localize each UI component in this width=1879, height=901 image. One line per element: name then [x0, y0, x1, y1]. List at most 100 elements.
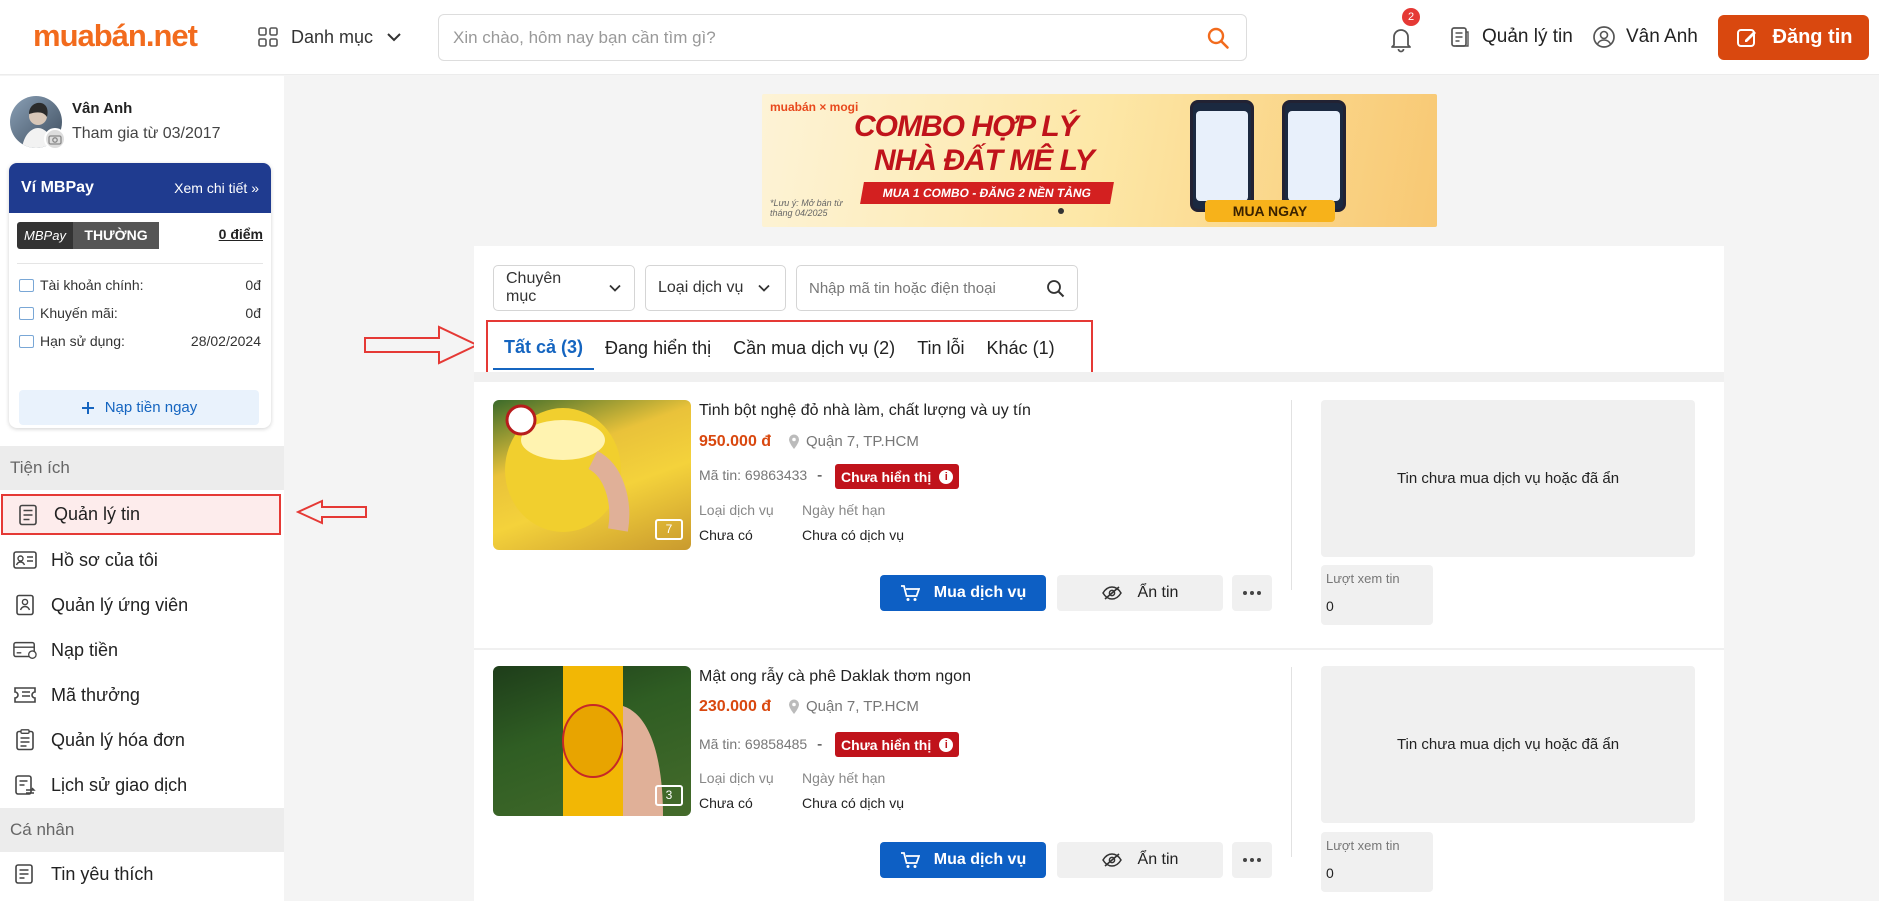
service-type-label: Loại dịch vụ: [658, 279, 744, 296]
sidebar-item-my-profile[interactable]: Hồ sơ của tôi: [0, 538, 284, 582]
carousel-dot[interactable]: [1058, 208, 1064, 214]
info-icon: i: [939, 737, 954, 752]
hide-listing-label: Ẩn tin: [1137, 851, 1179, 868]
hide-listing-button[interactable]: Ẩn tin: [1057, 575, 1223, 611]
vertical-divider: [1291, 667, 1292, 857]
header-user-menu[interactable]: Vân Anh: [1592, 22, 1698, 52]
site-logo[interactable]: muabán.net: [33, 18, 198, 54]
status-badge-text: Chưa hiển thị: [841, 736, 932, 753]
expiry-value: Chưa có dịch vụ: [802, 795, 904, 811]
edit-square-icon: [1735, 26, 1759, 50]
invoice-icon: [13, 729, 37, 751]
banner-headline-1: COMBO HỢP LÝ: [854, 110, 1079, 143]
phone-screen: [1288, 111, 1340, 201]
banner-strip-text: MUA 1 COMBO - ĐĂNG 2 NỀN TẢNG: [881, 186, 1093, 200]
section-personal: Cá nhân: [0, 808, 284, 852]
wallet-row-expiry: Hạn sử dụng: 28/02/2024: [19, 331, 261, 351]
annotation-arrow-left: [296, 499, 368, 525]
wallet-header: Ví MBPay Xem chi tiết »: [9, 163, 271, 213]
search-icon[interactable]: [1206, 26, 1230, 50]
buy-service-button[interactable]: Mua dịch vụ: [880, 575, 1046, 611]
sidebar-item-label: Mã thưởng: [51, 684, 140, 705]
tab-errors[interactable]: Tin lỗi: [906, 326, 975, 370]
sidebar-item-label: Tin yêu thích: [51, 863, 154, 884]
expiry-key: Ngày hết hạn: [802, 502, 886, 518]
wallet-divider: [17, 263, 263, 264]
eye-off-icon: [1101, 852, 1122, 868]
listing-title[interactable]: Tinh bột nghệ đỏ nhà làm, chất lượng và …: [699, 402, 1031, 420]
listing-search-input[interactable]: [809, 266, 1039, 310]
sidebar-item-label: Lịch sử giao dịch: [51, 774, 188, 795]
listing-location: Quận 7, TP.HCM: [788, 433, 919, 450]
annotation-arrow-right: [363, 325, 481, 365]
sidebar-item-vouchers[interactable]: Mã thưởng: [0, 673, 284, 717]
wallet-row-label: Khuyến mãi:: [40, 305, 118, 321]
points-link[interactable]: 0 điểm: [219, 226, 263, 242]
tab-needs-service[interactable]: Cần mua dịch vụ (2): [722, 326, 906, 370]
listing-tabs: Tất cả (3) Đang hiển thị Cần mua dịch vụ…: [493, 326, 1066, 370]
wallet-row-promo: Khuyến mãi: 0đ: [19, 303, 261, 323]
logo-suffix-text: .net: [145, 18, 198, 53]
tab-other[interactable]: Khác (1): [976, 326, 1066, 370]
category-menu[interactable]: Danh mục: [257, 22, 403, 52]
tab-all[interactable]: Tất cả (3): [493, 326, 595, 370]
listing-card: 7 Tinh bột nghệ đỏ nhà làm, chất lượng v…: [474, 383, 1724, 649]
more-horizontal-icon: [1243, 858, 1261, 862]
profile-name: Vân Anh: [72, 100, 133, 117]
profile-joined: Tham gia từ 03/2017: [72, 125, 221, 142]
sidebar-item-candidates[interactable]: Quản lý ứng viên: [0, 583, 284, 627]
global-search: [438, 14, 1247, 61]
header-manage-link[interactable]: Quản lý tin: [1448, 22, 1573, 52]
search-icon[interactable]: [1046, 279, 1065, 298]
listing-title[interactable]: Mật ong rẫy cà phê Daklak thơm ngon: [699, 668, 971, 686]
view-count-label: Lượt xem tin: [1326, 838, 1400, 853]
info-icon: i: [939, 469, 954, 484]
more-options-button[interactable]: [1232, 842, 1272, 878]
buy-service-label: Mua dịch vụ: [933, 584, 1027, 601]
topup-label: Nạp tiền ngay: [104, 399, 198, 416]
listing-thumbnail[interactable]: 7: [493, 400, 691, 550]
camera-icon[interactable]: [44, 128, 66, 150]
calendar-icon: [19, 306, 34, 320]
sidebar-item-label: Hồ sơ của tôi: [51, 549, 158, 570]
buy-service-button[interactable]: Mua dịch vụ: [880, 842, 1046, 878]
hide-listing-button[interactable]: Ẩn tin: [1057, 842, 1223, 878]
chevron-down-icon: [385, 28, 403, 46]
tab-visible[interactable]: Đang hiển thị: [594, 326, 722, 370]
status-badge[interactable]: Chưa hiển thị i: [835, 732, 960, 757]
tier-badge: MBPay THƯỜNG: [17, 222, 159, 249]
location-pin-icon: [788, 434, 800, 450]
sidebar-item-invoices[interactable]: Quản lý hóa đơn: [0, 718, 284, 762]
mbpay-wallet-card: Ví MBPay Xem chi tiết » MBPay THƯỜNG 0 đ…: [9, 163, 271, 428]
status-badge[interactable]: Chưa hiển thị i: [835, 464, 960, 489]
wallet-row-label: Tài khoản chính:: [40, 277, 144, 293]
view-count-box: Lượt xem tin 0: [1321, 832, 1433, 892]
topup-button[interactable]: Nạp tiền ngay: [19, 390, 259, 425]
sidebar-item-topup[interactable]: Nạp tiền: [0, 628, 284, 672]
wallet-details-link[interactable]: Xem chi tiết »: [174, 180, 259, 196]
listing-search: [796, 265, 1078, 311]
view-count-label: Lượt xem tin: [1326, 571, 1400, 586]
listing-price: 230.000 đ: [699, 698, 772, 715]
sidebar-item-transaction-history[interactable]: Lịch sử giao dịch: [0, 763, 284, 807]
sidebar-item-favorites[interactable]: Tin yêu thích: [0, 852, 284, 896]
category-filter-label: Chuyên mục: [506, 270, 562, 305]
user-label: Vân Anh: [1626, 26, 1698, 47]
sidebar-item-manage-listings[interactable]: Quản lý tin: [1, 494, 281, 535]
banner-cta-button[interactable]: MUA NGAY: [1205, 200, 1335, 222]
more-options-button[interactable]: [1232, 575, 1272, 611]
post-listing-button[interactable]: Đăng tin: [1718, 15, 1869, 60]
listing-thumbnail[interactable]: 3: [493, 666, 691, 816]
global-search-input[interactable]: [453, 15, 1183, 60]
listing-id: Mã tin: 69863433: [699, 467, 808, 483]
notification-bell-icon[interactable]: [1386, 24, 1416, 54]
manage-label: Quản lý tin: [1482, 26, 1573, 47]
category-filter-dropdown[interactable]: Chuyên mục: [493, 265, 635, 311]
sidebar: Vân Anh Tham gia từ 03/2017 Ví MBPay Xem…: [0, 76, 284, 901]
service-type-value: Chưa có: [699, 527, 753, 543]
document-list-icon: [1448, 25, 1472, 49]
category-label: Danh mục: [291, 26, 374, 47]
service-type-dropdown[interactable]: Loại dịch vụ: [645, 265, 786, 311]
listing-location-text: Quận 7, TP.HCM: [806, 433, 919, 450]
promo-banner[interactable]: muabán × mogi COMBO HỢP LÝ NHÀ ĐẤT MÊ LY…: [762, 94, 1437, 227]
